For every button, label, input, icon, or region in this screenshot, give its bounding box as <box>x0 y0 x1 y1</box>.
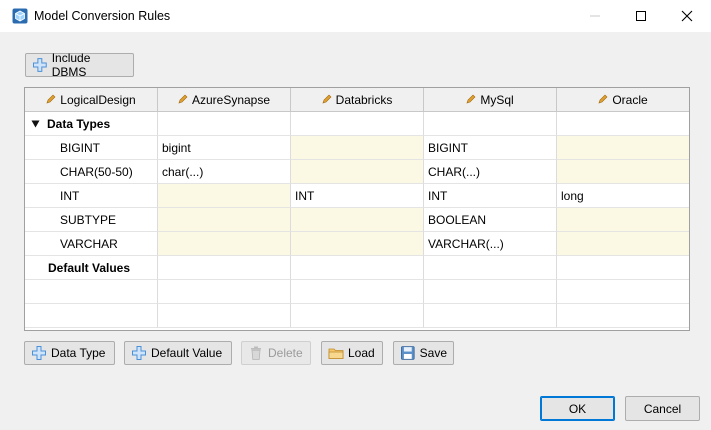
grid-cell[interactable]: INT <box>424 184 557 208</box>
grid-cell[interactable] <box>424 280 557 304</box>
add-icon <box>32 346 46 360</box>
grid-cell[interactable] <box>291 304 424 328</box>
add-icon <box>32 58 47 72</box>
column-header-label: LogicalDesign <box>60 92 136 107</box>
grid-cell[interactable] <box>557 304 689 328</box>
conversion-rules-grid[interactable]: LogicalDesign AzureSynapse Databricks My… <box>24 87 690 331</box>
grid-cell[interactable] <box>158 112 291 136</box>
minimize-button[interactable] <box>572 0 618 32</box>
column-header-mysql[interactable]: MySql <box>424 88 557 112</box>
collapse-triangle-icon[interactable] <box>31 117 40 131</box>
grid-cell[interactable] <box>424 112 557 136</box>
grid-cell[interactable] <box>158 256 291 280</box>
row-name-cell[interactable]: BIGINT <box>25 136 158 160</box>
row-name-cell[interactable]: VARCHAR <box>25 232 158 256</box>
group-row-default-values[interactable]: Default Values <box>25 256 158 280</box>
model-conversion-rules-dialog: Model Conversion Rules Include DBMS Logi… <box>0 0 711 430</box>
ok-button[interactable]: OK <box>540 396 615 421</box>
pencil-icon <box>178 93 188 107</box>
load-label: Load <box>348 346 375 360</box>
row-name-cell[interactable]: SUBTYPE <box>25 208 158 232</box>
delete-button[interactable]: Delete <box>241 341 311 365</box>
close-button[interactable] <box>664 0 710 32</box>
column-header-databricks[interactable]: Databricks <box>291 88 424 112</box>
grid-cell[interactable]: INT <box>291 184 424 208</box>
pencil-icon <box>466 93 476 107</box>
grid-cell[interactable] <box>291 232 424 256</box>
include-dbms-label: Include DBMS <box>51 51 91 79</box>
grid-cell[interactable] <box>158 304 291 328</box>
grid-cell[interactable] <box>557 112 689 136</box>
grid-cell[interactable] <box>158 280 291 304</box>
add-icon <box>132 346 146 360</box>
grid-cell[interactable] <box>557 208 689 232</box>
grid-cell[interactable] <box>291 256 424 280</box>
grid-cell[interactable] <box>557 232 689 256</box>
grid-cell[interactable] <box>291 136 424 160</box>
grid-cell[interactable] <box>158 232 291 256</box>
grid-cell[interactable] <box>557 160 689 184</box>
column-header-oracle[interactable]: Oracle <box>557 88 689 112</box>
save-label: Save <box>419 346 447 360</box>
grid-cell[interactable]: VARCHAR(...) <box>424 232 557 256</box>
delete-label: Delete <box>268 346 303 360</box>
grid-cell[interactable] <box>291 160 424 184</box>
grid-cell[interactable] <box>291 208 424 232</box>
grid-cell[interactable] <box>424 256 557 280</box>
grid-cell[interactable] <box>158 208 291 232</box>
grid-cell[interactable]: long <box>557 184 689 208</box>
grid-cell[interactable] <box>291 280 424 304</box>
column-header-label: AzureSynapse <box>191 92 271 107</box>
grid-cell[interactable] <box>424 304 557 328</box>
grid-cell[interactable] <box>557 280 689 304</box>
column-header-label: Databricks <box>335 92 393 107</box>
include-dbms-button[interactable]: Include DBMS <box>25 51 134 79</box>
column-header-label: MySql <box>480 92 514 107</box>
folder-icon <box>328 348 344 359</box>
pencil-icon <box>598 93 608 107</box>
row-name-cell[interactable]: CHAR(50-50) <box>25 160 158 184</box>
default-value-button[interactable]: Default Value <box>124 341 232 365</box>
grid-cell[interactable]: char(...) <box>158 160 291 184</box>
title-bar[interactable]: Model Conversion Rules <box>0 0 711 32</box>
column-header-azuresynapse[interactable]: AzureSynapse <box>158 88 291 112</box>
data-type-label: Data Type <box>51 346 106 360</box>
data-type-button[interactable]: Data Type <box>24 341 115 365</box>
cancel-button[interactable]: Cancel <box>625 396 700 421</box>
grid-cell[interactable]: bigint <box>158 136 291 160</box>
grid-cell[interactable] <box>557 136 689 160</box>
minimize-icon <box>590 15 600 17</box>
row-name-cell[interactable]: INT <box>25 184 158 208</box>
column-header-logicaldesign[interactable]: LogicalDesign <box>25 88 158 112</box>
grid-cell[interactable] <box>557 256 689 280</box>
grid-cell[interactable] <box>291 112 424 136</box>
pencil-icon <box>322 93 332 107</box>
grid-cell[interactable] <box>25 280 158 304</box>
column-header-label: Oracle <box>612 92 648 107</box>
default-value-label: Default Value <box>151 346 223 360</box>
grid-cell[interactable]: BIGINT <box>424 136 557 160</box>
grid-cell[interactable]: CHAR(...) <box>424 160 557 184</box>
group-row-data-types[interactable]: Data Types <box>25 112 158 136</box>
pencil-icon <box>46 93 56 107</box>
load-button[interactable]: Load <box>321 341 383 365</box>
grid-cell[interactable] <box>25 304 158 328</box>
trash-icon <box>251 346 261 360</box>
maximize-icon <box>636 11 646 21</box>
maximize-button[interactable] <box>618 0 664 32</box>
group-label: Data Types <box>47 116 111 131</box>
save-button[interactable]: Save <box>393 341 454 365</box>
cube-app-icon <box>12 8 28 24</box>
grid-cell[interactable] <box>158 184 291 208</box>
grid-cell[interactable]: BOOLEAN <box>424 208 557 232</box>
floppy-disk-icon <box>401 346 415 360</box>
close-icon <box>681 10 693 22</box>
window-title: Model Conversion Rules <box>34 9 171 23</box>
